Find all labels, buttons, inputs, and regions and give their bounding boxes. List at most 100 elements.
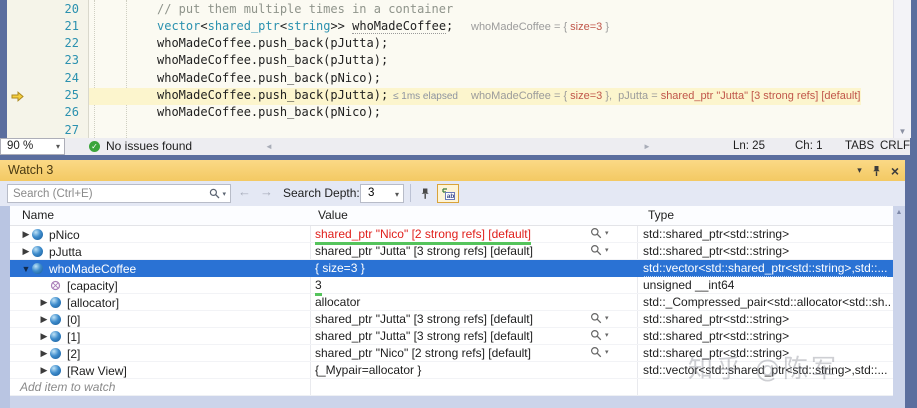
perf-tip[interactable]: ≤ 1ms elapsed xyxy=(393,91,458,102)
watch-row-2[interactable]: ▶ [2] shared_ptr "Nico" [2 strong refs] [d… xyxy=(10,345,893,362)
code-line-21[interactable]: vector<shared_ptr<string>> whoMadeCoffee… xyxy=(89,19,893,36)
column-header-name[interactable]: Name xyxy=(22,208,54,222)
vs-debug-screen: 20 21 22 23 24 25 26 27 // put them multiple ti… xyxy=(0,0,917,408)
watch-row-1[interactable]: ▶ [1] shared_ptr "Jutta" [3 strong refs] [… xyxy=(10,328,893,345)
variable-icon xyxy=(50,314,61,325)
value-cell: shared_ptr "Nico" [2 strong refs] [defau… xyxy=(315,345,531,362)
watch-row-rawview[interactable]: ▶ [Raw View] {_Mypair=allocator } std::vect… xyxy=(10,362,893,379)
visualizer-button[interactable]: ▾ xyxy=(590,312,609,324)
column-header-type[interactable]: Type xyxy=(648,208,674,222)
search-back-icon[interactable]: ← xyxy=(238,184,251,199)
hscroll-right-icon[interactable]: ► xyxy=(643,142,651,151)
watch-row-allocator[interactable]: ▶ [allocator] allocator std::_Compressed_pa… xyxy=(10,294,893,311)
search-input[interactable] xyxy=(8,186,210,201)
code-area[interactable]: // put them multiple times in a containe… xyxy=(89,0,893,138)
value-cell: { size=3 } xyxy=(315,260,365,277)
expander-icon[interactable]: ▶ xyxy=(38,314,50,325)
pin-datatip-button[interactable] xyxy=(415,184,434,202)
zoom-level-value: 90 % xyxy=(7,140,34,152)
visualizer-dropdown-icon[interactable]: ▾ xyxy=(605,229,609,237)
type-cell: std::shared_ptr<std::string> xyxy=(643,328,789,345)
editor-status-strip: 90 % ▾ ✓ No issues found ◄ ► Ln: 25 Ch: … xyxy=(0,138,910,155)
value-cell: allocator xyxy=(315,294,360,311)
svg-text:ab: ab xyxy=(447,193,455,200)
code-line-26[interactable]: whoMadeCoffee.push_back(pNico); xyxy=(89,105,893,122)
scroll-down-icon[interactable]: ▼ xyxy=(894,127,911,136)
visualizer-dropdown-icon[interactable]: ▾ xyxy=(605,314,609,322)
name-cell: ▶ [0] xyxy=(10,311,81,328)
scroll-up-icon[interactable]: ▲ xyxy=(893,209,905,216)
watch-row-0[interactable]: ▶ [0] shared_ptr "Jutta" [3 strong refs] [… xyxy=(10,311,893,328)
name-cell: ▶ [1] xyxy=(10,328,81,345)
visualizer-dropdown-icon[interactable]: ▾ xyxy=(605,348,609,356)
visualizer-button[interactable]: ▾ xyxy=(590,244,609,256)
visualizer-button[interactable]: ▾ xyxy=(590,346,609,358)
hscroll-left-icon[interactable]: ◄ xyxy=(265,142,273,151)
visualizer-dropdown-icon[interactable]: ▾ xyxy=(605,331,609,339)
pin-icon[interactable] xyxy=(871,165,882,177)
column-header-value[interactable]: Value xyxy=(318,208,348,222)
inline-value-part: size=3 xyxy=(570,90,603,102)
watch-row-capacity[interactable]: [capacity] 3 unsigned __int64 xyxy=(10,277,893,296)
close-icon[interactable]: × xyxy=(891,164,899,178)
code-line-25[interactable]: whoMadeCoffee.push_back(pJutta); ≤ 1ms el… xyxy=(89,88,861,105)
search-options-icon[interactable]: ▾ xyxy=(222,190,226,198)
type-cell: std::shared_ptr<std::string> xyxy=(643,311,789,328)
expander-icon[interactable]: ▶ xyxy=(38,297,50,308)
watch-left-margin xyxy=(0,206,10,408)
code-line-24[interactable]: whoMadeCoffee.push_back(pNico); xyxy=(89,71,893,88)
watch-type: std::shared_ptr<std::string> xyxy=(643,329,790,343)
expander-icon[interactable]: ▶ xyxy=(20,229,32,240)
name-cell: ▶ [2] xyxy=(10,345,81,362)
search-depth-dropdown[interactable]: 3 ▾ xyxy=(360,184,404,203)
status-line-indicator[interactable]: Ln: 25 xyxy=(733,139,765,154)
visualizer-button[interactable]: ▾ xyxy=(590,227,609,239)
watch-name: [1] xyxy=(67,329,81,344)
document-health-indicator[interactable]: No issues found xyxy=(106,139,192,154)
editor-vertical-scrollbar[interactable]: ▼ xyxy=(893,0,911,138)
inline-value-part: whoMadeCoffee = { xyxy=(471,21,571,33)
expander-icon[interactable]: ▶ xyxy=(38,331,50,342)
code-line-20[interactable]: // put them multiple times in a containe… xyxy=(89,2,893,19)
watch-vertical-scrollbar[interactable]: ▲ xyxy=(893,206,905,408)
value-cell: shared_ptr "Jutta" [3 strong refs] [defa… xyxy=(315,328,533,345)
search-forward-icon[interactable]: → xyxy=(260,184,273,199)
watch-row-pnico[interactable]: ▶ pNico shared_ptr "Nico" [2 strong refs] … xyxy=(10,226,893,245)
name-cell: ▶ pNico xyxy=(10,226,80,243)
variable-icon xyxy=(32,246,43,257)
watch-titlebar[interactable]: Watch 3 ▾ × xyxy=(0,160,905,181)
zoom-level-dropdown[interactable]: 90 % ▾ xyxy=(0,138,65,155)
status-eol-indicator[interactable]: CRLF xyxy=(880,139,910,154)
watch-row-pjutta[interactable]: ▶ pJutta shared_ptr "Jutta" [3 strong refs… xyxy=(10,243,893,260)
type-cell: unsigned __int64 xyxy=(643,277,734,294)
breakpoint-margin[interactable]: 20 21 22 23 24 25 26 27 xyxy=(7,0,89,138)
add-item-row[interactable]: Add item to watch xyxy=(10,379,893,396)
code-line-23[interactable]: whoMadeCoffee.push_back(pJutta); xyxy=(89,53,893,70)
format-display-button[interactable]: ab xyxy=(437,184,459,203)
toolbar-separator xyxy=(410,184,411,202)
code-token: whoMadeCoffee.push_back(pJutta); xyxy=(157,88,389,102)
expander-icon[interactable]: ▶ xyxy=(38,348,50,359)
search-icon xyxy=(210,188,220,199)
chevron-down-icon: ▾ xyxy=(55,142,60,151)
expander-icon[interactable]: ▼ xyxy=(20,264,32,274)
expander-icon[interactable]: ▶ xyxy=(20,246,32,257)
code-token: whoMadeCoffee.push_back(pJutta); xyxy=(157,36,389,50)
magnifier-icon xyxy=(591,245,602,256)
name-cell: ▶ [Raw View] xyxy=(10,362,127,379)
watch-value: shared_ptr "Jutta" [3 strong refs] [defa… xyxy=(315,329,533,343)
code-editor[interactable]: 20 21 22 23 24 25 26 27 // put them multiple ti… xyxy=(7,0,893,138)
watch-name: [allocator] xyxy=(67,295,120,310)
watch-value: { size=3 } xyxy=(315,261,365,275)
watch-search-box[interactable]: ▾ xyxy=(7,184,231,203)
status-column-indicator[interactable]: Ch: 1 xyxy=(795,139,823,154)
status-tabs-indicator[interactable]: TABS xyxy=(845,139,874,154)
visualizer-dropdown-icon[interactable]: ▾ xyxy=(605,246,609,254)
visualizer-button[interactable]: ▾ xyxy=(590,329,609,341)
watch-row-whomadecoffee[interactable]: ▼ whoMadeCoffee { size=3 } std::vector<std:… xyxy=(10,260,893,277)
code-line-22[interactable]: whoMadeCoffee.push_back(pJutta); xyxy=(89,36,893,53)
inline-value-part: shared_ptr "Jutta" [3 strong refs] [defa… xyxy=(660,90,861,102)
window-position-icon[interactable]: ▾ xyxy=(857,160,862,181)
expander-icon[interactable]: ▶ xyxy=(38,365,50,376)
code-token: < xyxy=(200,19,208,33)
